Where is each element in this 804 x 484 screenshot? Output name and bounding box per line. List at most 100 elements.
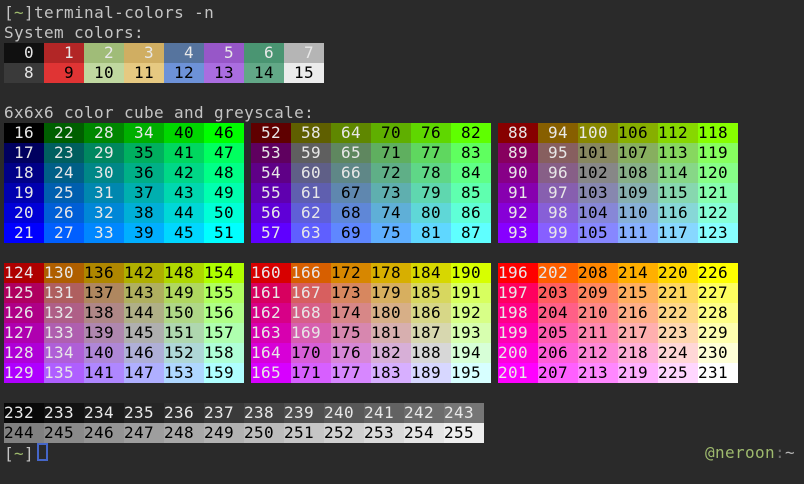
color-swatch-157: 157 [204, 323, 244, 343]
color-swatch-114: 114 [658, 163, 698, 183]
color-swatch-190: 190 [451, 263, 491, 283]
color-swatch-179: 179 [371, 283, 411, 303]
color-swatch-68: 68 [331, 203, 371, 223]
color-swatch-92: 92 [498, 203, 538, 223]
color-swatch-94: 94 [538, 123, 578, 143]
color-swatch-27: 27 [44, 223, 84, 243]
color-swatch-25: 25 [44, 183, 84, 203]
color-swatch-32: 32 [84, 203, 124, 223]
color-swatch-110: 110 [618, 203, 658, 223]
color-swatch-55: 55 [251, 183, 291, 203]
terminal-screen[interactable]: [~]terminal-colors -n System colors: 012… [0, 0, 804, 484]
color-swatch-161: 161 [251, 283, 291, 303]
color-swatch-219: 219 [618, 363, 658, 383]
cube-row: 9096102108114120 [498, 163, 738, 183]
cube-block-16: 1622283440461723293541471824303642481925… [4, 123, 244, 243]
prompt-open-bracket: [ [4, 3, 14, 22]
cube-block-160: 1601661721781841901611671731791851911621… [251, 263, 491, 383]
color-swatch-113: 113 [658, 143, 698, 163]
color-swatch-74: 74 [371, 203, 411, 223]
color-swatch-84: 84 [451, 163, 491, 183]
color-swatch-97: 97 [538, 183, 578, 203]
color-swatch-128: 128 [4, 343, 44, 363]
color-swatch-77: 77 [411, 143, 451, 163]
color-swatch-81: 81 [411, 223, 451, 243]
color-swatch-109: 109 [618, 183, 658, 203]
color-swatch-116: 116 [658, 203, 698, 223]
color-swatch-45: 45 [164, 223, 204, 243]
color-swatch-225: 225 [658, 363, 698, 383]
right-prompt: @neroon:~ [705, 443, 795, 463]
color-swatch-58: 58 [291, 123, 331, 143]
color-swatch-241: 241 [364, 403, 404, 423]
color-swatch-188: 188 [411, 343, 451, 363]
color-swatch-229: 229 [698, 323, 738, 343]
color-swatch-145: 145 [124, 323, 164, 343]
color-swatch-237: 237 [204, 403, 244, 423]
prompt-line-bottom: [~]@neroon:~ [4, 443, 800, 463]
color-swatch-85: 85 [451, 183, 491, 203]
cube-row: 163169175181187193 [251, 323, 491, 343]
cube-row: 9399105111117123 [498, 223, 738, 243]
color-swatch-154: 154 [204, 263, 244, 283]
color-swatch-220: 220 [658, 263, 698, 283]
color-swatch-248: 248 [164, 423, 204, 443]
color-swatch-2: 2 [84, 43, 124, 63]
color-swatch-252: 252 [324, 423, 364, 443]
prompt-open-bracket: [ [4, 444, 14, 463]
color-swatch-62: 62 [291, 203, 331, 223]
cube-row: 129135141147153159 [4, 363, 244, 383]
color-swatch-24: 24 [44, 163, 84, 183]
color-swatch-125: 125 [4, 283, 44, 303]
cube-row: 162168174180186192 [251, 303, 491, 323]
cube-section-1: 1622283440461723293541471824303642481925… [4, 123, 804, 243]
color-swatch-166: 166 [291, 263, 331, 283]
color-swatch-194: 194 [451, 343, 491, 363]
cube-heading: 6x6x6 color cube and greyscale: [4, 103, 804, 123]
color-swatch-174: 174 [331, 303, 371, 323]
color-swatch-208: 208 [578, 263, 618, 283]
color-swatch-18: 18 [4, 163, 44, 183]
color-swatch-142: 142 [124, 263, 164, 283]
cube-row: 160166172178184190 [251, 263, 491, 283]
color-swatch-48: 48 [204, 163, 244, 183]
color-swatch-222: 222 [658, 303, 698, 323]
color-swatch-215: 215 [618, 283, 658, 303]
color-swatch-107: 107 [618, 143, 658, 163]
color-swatch-64: 64 [331, 123, 371, 143]
color-swatch-0: 0 [4, 43, 44, 63]
color-swatch-152: 152 [164, 343, 204, 363]
color-swatch-242: 242 [404, 403, 444, 423]
color-swatch-132: 132 [44, 303, 84, 323]
color-swatch-198: 198 [498, 303, 538, 323]
cube-row: 126132138144150156 [4, 303, 244, 323]
color-swatch-130: 130 [44, 263, 84, 283]
color-swatch-39: 39 [124, 223, 164, 243]
color-swatch-181: 181 [371, 323, 411, 343]
color-swatch-5: 5 [204, 43, 244, 63]
color-swatch-206: 206 [538, 343, 578, 363]
color-swatch-148: 148 [164, 263, 204, 283]
color-swatch-28: 28 [84, 123, 124, 143]
color-swatch-26: 26 [44, 203, 84, 223]
color-swatch-14: 14 [244, 63, 284, 83]
color-swatch-19: 19 [4, 183, 44, 203]
color-swatch-133: 133 [44, 323, 84, 343]
color-swatch-158: 158 [204, 343, 244, 363]
color-swatch-70: 70 [371, 123, 411, 143]
color-swatch-42: 42 [164, 163, 204, 183]
color-swatch-67: 67 [331, 183, 371, 203]
system-colors-heading: System colors: [4, 23, 804, 43]
color-swatch-149: 149 [164, 283, 204, 303]
color-swatch-43: 43 [164, 183, 204, 203]
cube-row: 566268748086 [251, 203, 491, 223]
color-swatch-122: 122 [698, 203, 738, 223]
color-swatch-236: 236 [164, 403, 204, 423]
color-swatch-162: 162 [251, 303, 291, 323]
color-swatch-199: 199 [498, 323, 538, 343]
color-swatch-127: 127 [4, 323, 44, 343]
color-swatch-76: 76 [411, 123, 451, 143]
cube-block-52: 5258647076825359657177835460667278845561… [251, 123, 491, 243]
color-swatch-10: 10 [84, 63, 124, 83]
color-swatch-95: 95 [538, 143, 578, 163]
